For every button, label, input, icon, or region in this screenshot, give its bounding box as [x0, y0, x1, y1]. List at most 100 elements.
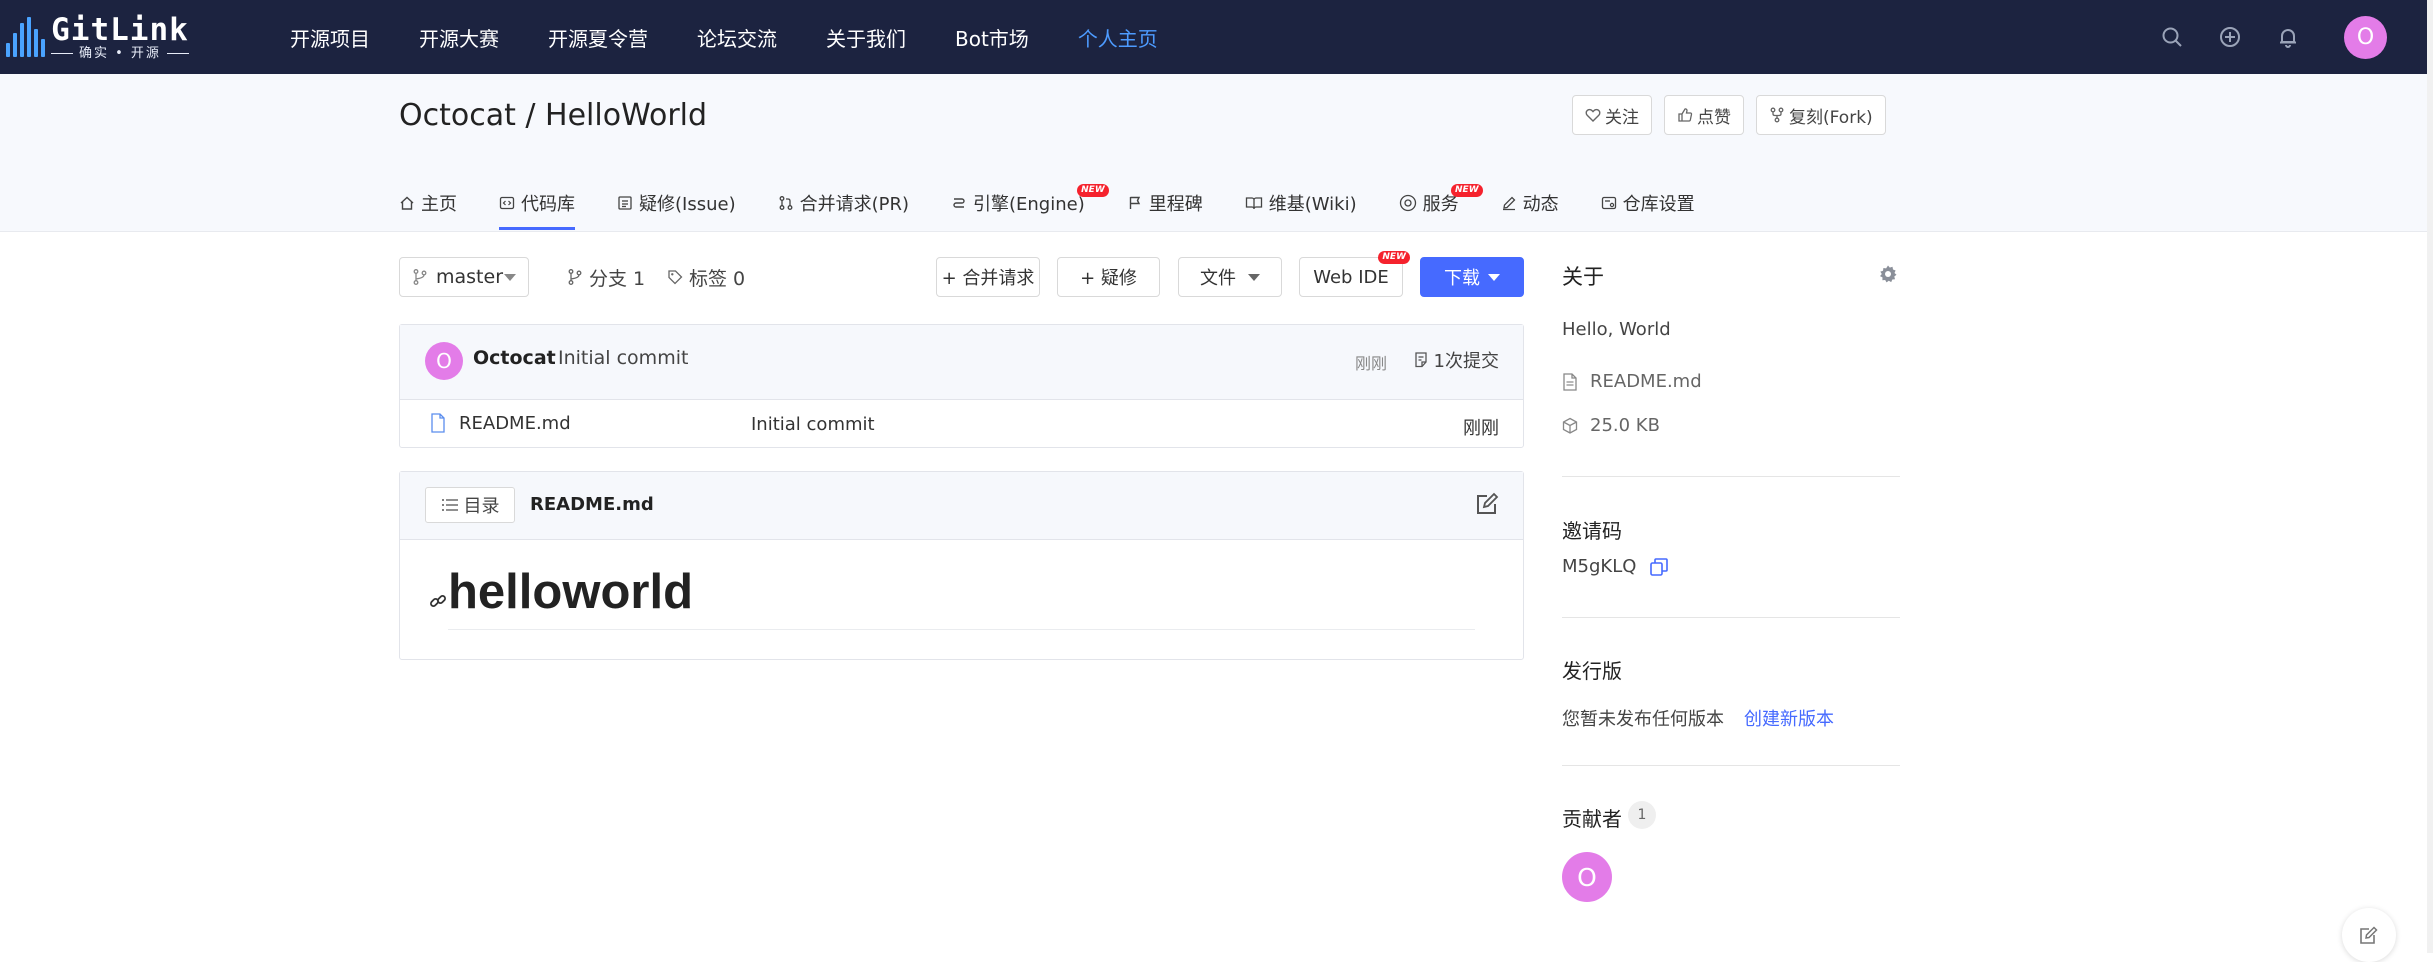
tab-wiki[interactable]: 维基(Wiki) [1245, 180, 1357, 226]
repo-header: Octocat / HelloWorld 关注 点赞 复刻(Fork) 主页 代… [0, 74, 2427, 232]
fork-icon [1770, 107, 1784, 123]
file-dropdown[interactable]: 文件 [1178, 257, 1282, 297]
chevron-down-icon [1488, 273, 1500, 281]
star-button[interactable]: 点赞 [1664, 95, 1744, 135]
service-icon [1399, 194, 1416, 212]
readme-header: 目录 README.md [400, 472, 1523, 540]
nav-item-projects[interactable]: 开源项目 [290, 23, 370, 52]
nav-item-about[interactable]: 关于我们 [826, 23, 906, 52]
top-navbar: GitLink 确实 • 开源 开源项目 开源大赛 开源夏令营 论坛交流 关于我… [0, 0, 2433, 74]
issue-icon [618, 196, 632, 210]
nav-item-forum[interactable]: 论坛交流 [697, 23, 777, 52]
tab-code[interactable]: 代码库 [499, 180, 575, 230]
nav-item-summer-camp[interactable]: 开源夏令营 [548, 23, 648, 52]
commit-author[interactable]: Octocat [473, 347, 556, 369]
tab-engine-label: 引擎(Engine) [973, 194, 1085, 215]
heading-divider [448, 629, 1475, 630]
nav-item-bot-market[interactable]: Bot市场 [955, 23, 1029, 52]
logo-subtitle: 确实 • 开源 [51, 46, 189, 61]
invite-title: 邀请码 [1562, 519, 1622, 543]
tags-link[interactable]: 标签 0 [667, 257, 745, 297]
tab-issues-label: 疑修(Issue) [639, 194, 736, 215]
package-icon [1562, 417, 1578, 434]
gear-icon[interactable] [1878, 264, 1898, 284]
branches-link[interactable]: 分支 1 [567, 257, 645, 297]
readme-heading: helloworld [448, 565, 693, 619]
commit-message[interactable]: Initial commit [558, 347, 688, 369]
nav-item-competitions[interactable]: 开源大赛 [419, 23, 499, 52]
watch-label: 关注 [1605, 107, 1639, 128]
commit-avatar[interactable]: O [425, 342, 463, 380]
create-release-link[interactable]: 创建新版本 [1744, 705, 1834, 731]
tab-pull-requests-label: 合并请求(PR) [799, 194, 909, 215]
code-toolbar: master 分支 1 标签 0 + 合并请求 + 疑修 文件 Web IDE … [399, 251, 1524, 299]
readme-link[interactable]: README.md [1562, 371, 1702, 392]
invite-code: M5gKLQ [1562, 556, 1637, 577]
home-icon [400, 196, 414, 210]
main-nav: 开源项目 开源大赛 开源夏令营 论坛交流 关于我们 Bot市场 个人主页 [290, 0, 1207, 74]
new-issue-button[interactable]: + 疑修 [1057, 257, 1160, 297]
watch-button[interactable]: 关注 [1572, 95, 1652, 135]
feedback-button[interactable] [2342, 908, 2396, 962]
toc-button[interactable]: 目录 [425, 487, 515, 523]
file-name[interactable]: README.md [459, 413, 571, 434]
star-label: 点赞 [1697, 107, 1731, 128]
commit-count: 1次提交 [1433, 351, 1499, 372]
tab-activity-label: 动态 [1522, 194, 1559, 215]
sidebar-divider [1562, 617, 1900, 618]
tab-settings[interactable]: 仓库设置 [1601, 180, 1695, 226]
page-scrollbar[interactable] [2427, 0, 2433, 953]
new-badge: NEW [1077, 184, 1109, 197]
new-badge: NEW [1378, 251, 1410, 264]
web-ide-button[interactable]: Web IDE NEW [1299, 251, 1410, 297]
link-icon[interactable] [429, 592, 447, 610]
contributor-avatar[interactable]: O [1562, 852, 1612, 902]
branch-icon [568, 269, 582, 285]
thumbs-up-icon [1678, 108, 1693, 122]
list-icon [441, 499, 458, 511]
tab-code-label: 代码库 [521, 194, 575, 215]
user-avatar[interactable]: O [2344, 15, 2387, 59]
tab-issues[interactable]: 疑修(Issue) [617, 180, 736, 226]
sidebar-divider [1562, 476, 1900, 477]
tab-milestones[interactable]: 里程碑 [1127, 180, 1203, 226]
latest-commit: O Octocat Initial commit 刚刚 1次提交 [400, 325, 1523, 400]
new-badge: NEW [1451, 184, 1483, 197]
logo-title: GitLink [51, 11, 189, 48]
repo-size-value: 25.0 KB [1590, 415, 1660, 436]
tag-icon [668, 270, 683, 285]
nav-item-profile[interactable]: 个人主页 [1078, 23, 1158, 52]
tab-home-label: 主页 [421, 194, 457, 215]
bell-icon[interactable] [2272, 21, 2304, 53]
tab-milestones-label: 里程碑 [1148, 194, 1203, 215]
file-row[interactable]: README.md Initial commit 刚刚 [400, 400, 1523, 448]
commit-count-link[interactable]: 1次提交 [1413, 347, 1499, 373]
chevron-down-icon [1248, 273, 1260, 281]
tab-pull-requests[interactable]: 合并请求(PR) [778, 180, 909, 226]
plus-circle-icon[interactable] [2214, 21, 2246, 53]
tab-services[interactable]: 服务 NEW [1399, 180, 1483, 226]
tab-engine[interactable]: 引擎(Engine) NEW [951, 180, 1109, 226]
settings-icon [1601, 196, 1616, 210]
repo-description: Hello, World [1562, 319, 1671, 340]
toc-label: 目录 [463, 496, 500, 517]
book-icon [1245, 197, 1262, 210]
edit-icon[interactable] [1475, 492, 1499, 516]
file-commit-message[interactable]: Initial commit [751, 414, 875, 435]
fork-button[interactable]: 复刻(Fork) [1756, 95, 1886, 135]
branches-count: 分支 1 [589, 267, 646, 290]
tab-home[interactable]: 主页 [399, 180, 457, 226]
branch-selector[interactable]: master [399, 257, 529, 297]
search-icon[interactable] [2156, 21, 2188, 53]
gitlink-logo[interactable]: GitLink 确实 • 开源 [6, 11, 231, 61]
new-pr-button[interactable]: + 合并请求 [936, 257, 1040, 297]
branch-name: master [436, 266, 504, 288]
contributors-count: 1 [1628, 801, 1656, 829]
tags-count: 标签 0 [689, 267, 746, 290]
tab-activity[interactable]: 动态 [1501, 180, 1559, 226]
repo-title[interactable]: Octocat / HelloWorld [399, 98, 707, 133]
download-button[interactable]: 下载 [1420, 257, 1524, 297]
file-icon [1563, 372, 1577, 391]
readme-panel: 目录 README.md helloworld [399, 471, 1524, 660]
copy-icon[interactable] [1649, 557, 1669, 577]
